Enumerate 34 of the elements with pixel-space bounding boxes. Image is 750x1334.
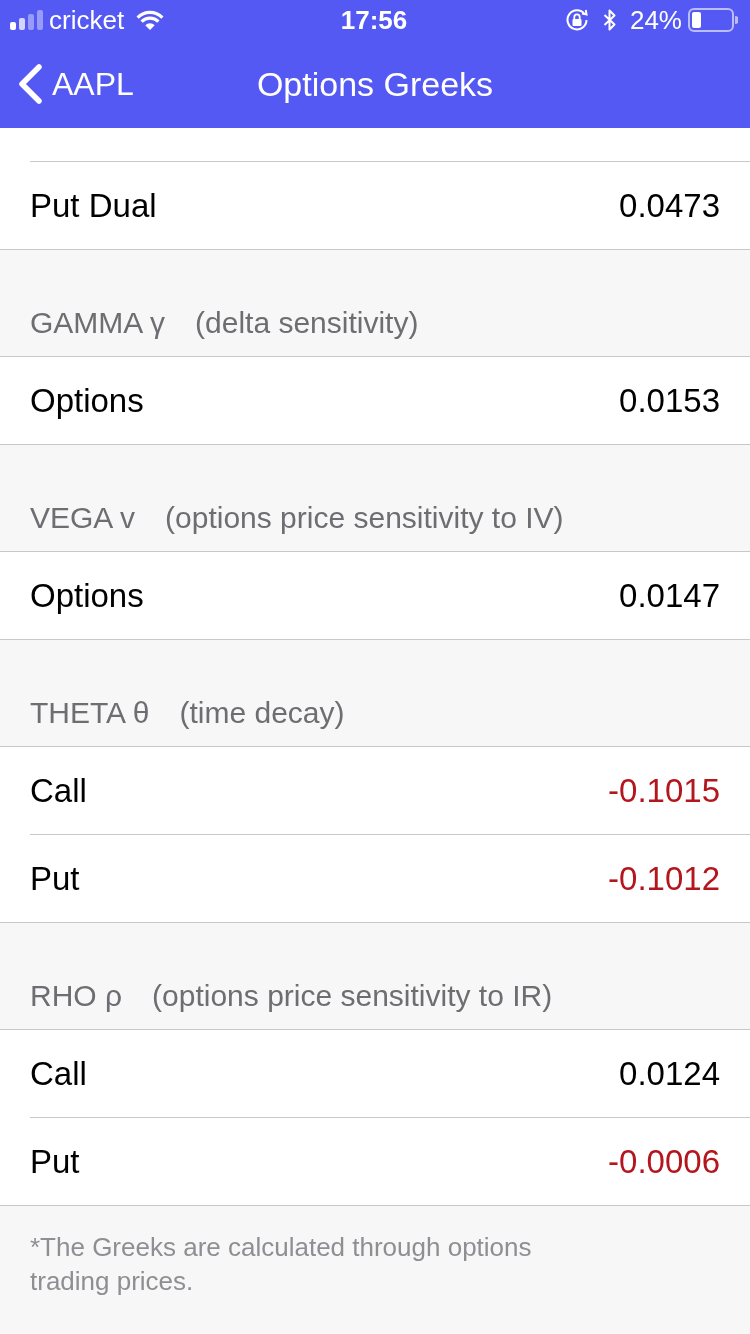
row-value: -0.1015 bbox=[608, 771, 720, 810]
wifi-icon bbox=[136, 10, 165, 30]
battery-percent: 24% bbox=[629, 4, 682, 36]
footnote-text: *The Greeks are calculated through options trading prices. bbox=[30, 1231, 533, 1298]
row-value: 0.0473 bbox=[619, 186, 720, 225]
status-time: 17:56 bbox=[340, 4, 408, 36]
row-label: Call bbox=[30, 771, 87, 810]
row-label: Options bbox=[30, 381, 144, 420]
greek-description: (options price sensitivity to IV) bbox=[165, 500, 564, 536]
row-value: 0.0124 bbox=[619, 1054, 720, 1093]
screen-title: Options Greeks bbox=[256, 64, 494, 104]
row-label: Options bbox=[30, 576, 144, 615]
carrier-name: cricket bbox=[49, 4, 125, 36]
row-label: Put bbox=[30, 859, 80, 898]
back-button[interactable]: AAPL bbox=[18, 64, 134, 104]
greek-name: THETA θ bbox=[30, 695, 150, 731]
bluetooth-icon bbox=[602, 8, 616, 32]
greek-description: (options price sensitivity to IR) bbox=[152, 978, 553, 1014]
greek-name: RHO ρ bbox=[30, 978, 123, 1014]
row-value: -0.1012 bbox=[608, 859, 720, 898]
greek-description: (time decay) bbox=[179, 695, 345, 731]
row-value: -0.0006 bbox=[608, 1142, 720, 1181]
greek-name: GAMMA γ bbox=[30, 305, 165, 341]
battery-icon bbox=[688, 8, 738, 32]
row-value: 0.0147 bbox=[619, 576, 720, 615]
chevron-left-icon bbox=[18, 64, 42, 104]
row-value: 0.0153 bbox=[619, 381, 720, 420]
rotation-lock-icon bbox=[564, 8, 589, 32]
greek-description: (delta sensitivity) bbox=[195, 305, 419, 341]
signal-icon bbox=[10, 10, 43, 30]
row-label: Put Dual bbox=[30, 186, 157, 225]
row-label: Call bbox=[30, 1054, 87, 1093]
greek-name: VEGA v bbox=[30, 500, 136, 536]
row-label: Put bbox=[30, 1142, 80, 1181]
